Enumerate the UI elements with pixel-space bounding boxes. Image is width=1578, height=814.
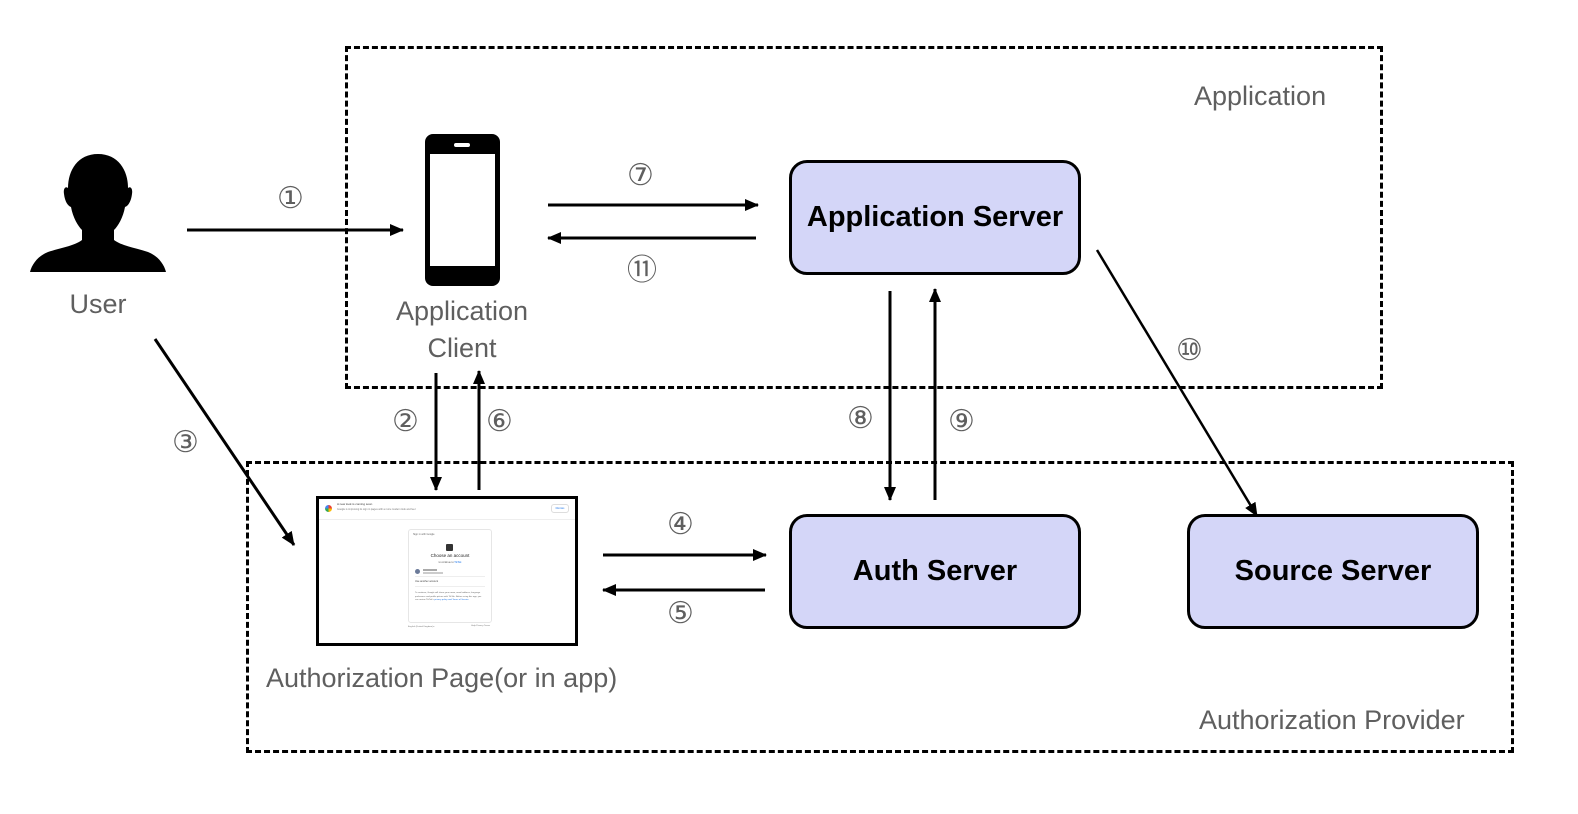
step-label-9: ⑨ bbox=[948, 404, 975, 439]
step-label-7: ⑦ bbox=[627, 158, 654, 193]
step-label-2: ② bbox=[392, 404, 419, 439]
step-label-10: ⑩ bbox=[1176, 333, 1203, 368]
step-label-3: ③ bbox=[172, 425, 199, 460]
step-label-1: ① bbox=[277, 181, 304, 216]
step-label-11: ⑪ bbox=[627, 253, 657, 288]
step-label-6: ⑥ bbox=[486, 404, 513, 439]
flow-arrows bbox=[153, 199, 1259, 596]
step-label-8: ⑧ bbox=[847, 401, 874, 436]
step-label-4: ④ bbox=[667, 507, 694, 542]
step-label-5: ⑤ bbox=[667, 596, 694, 631]
arrow-step-10 bbox=[1095, 249, 1259, 517]
